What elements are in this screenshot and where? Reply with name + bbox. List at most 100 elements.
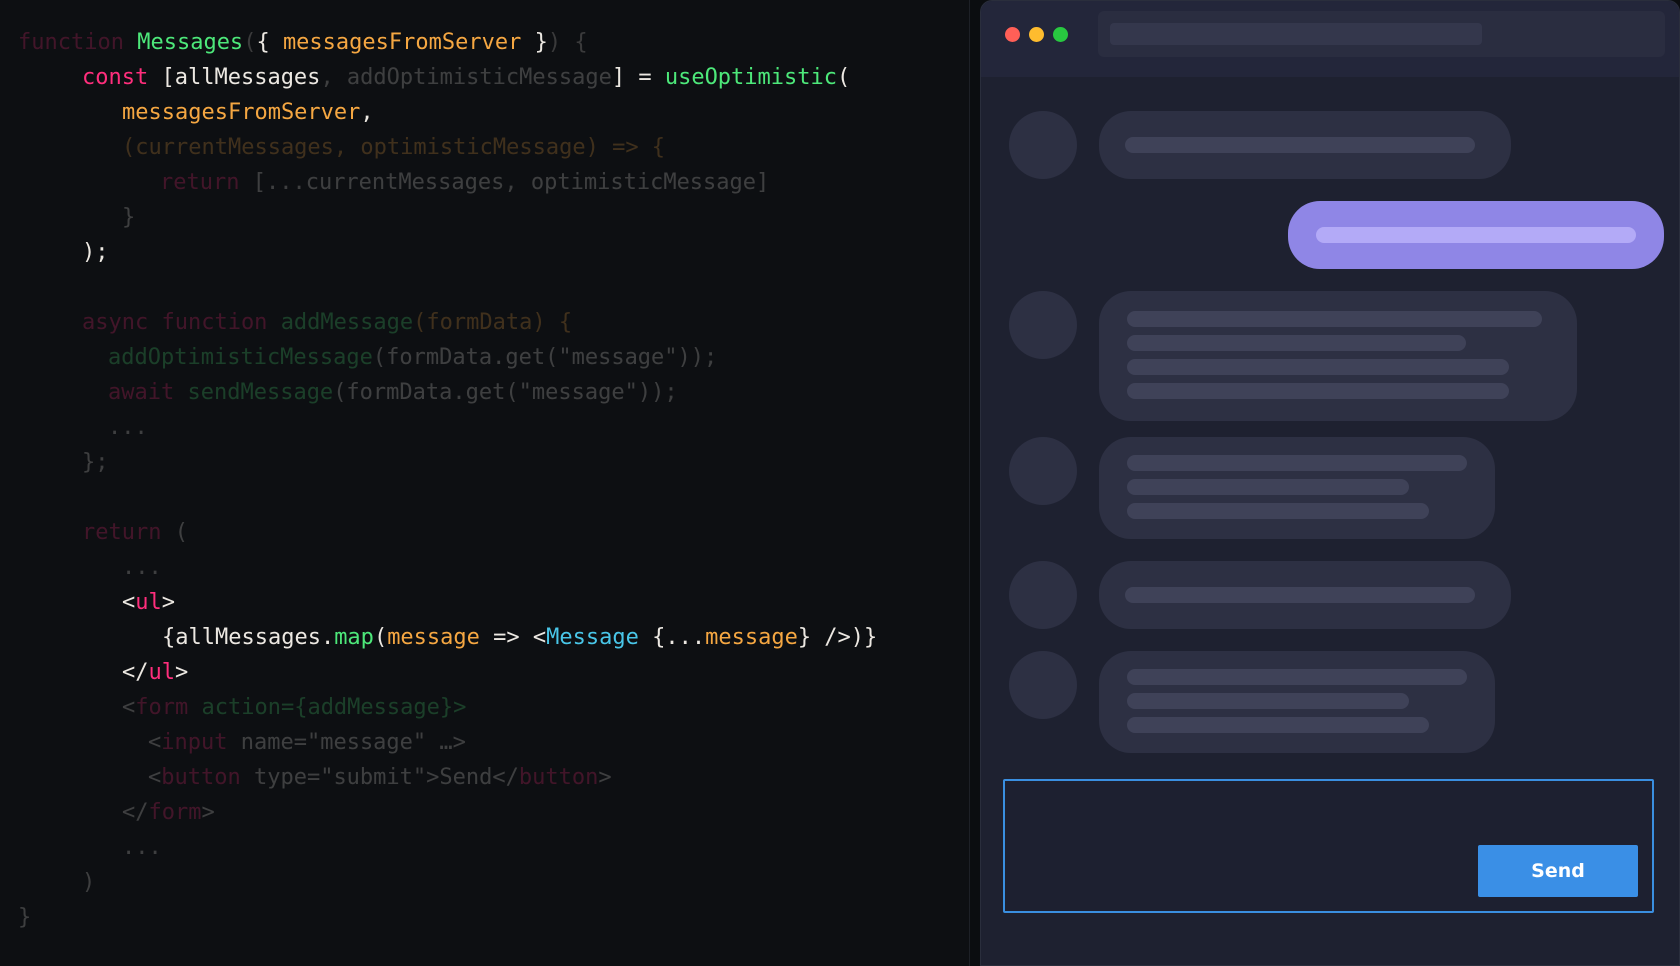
code-line: ... bbox=[122, 830, 162, 865]
code-line: const [allMessages, addOptimisticMessage… bbox=[82, 60, 850, 95]
avatar bbox=[1009, 291, 1077, 359]
code-token: } bbox=[18, 905, 32, 930]
message-text-skeleton bbox=[1125, 137, 1475, 153]
send-button[interactable]: Send bbox=[1478, 845, 1638, 897]
code-token: await bbox=[108, 380, 188, 405]
code-token: async function bbox=[82, 310, 281, 335]
code-token: sendMessage bbox=[187, 380, 334, 405]
code-line: {allMessages.map(message => <Message {..… bbox=[162, 620, 877, 655]
message-text-skeleton bbox=[1127, 503, 1429, 519]
code-token: button bbox=[518, 765, 599, 790]
code-line: <form action={addMessage}> bbox=[122, 690, 466, 725]
code-line: ... bbox=[108, 410, 148, 445]
code-token: messagesFromServer bbox=[282, 30, 522, 55]
code-token: ( bbox=[837, 65, 851, 90]
code-token: function bbox=[18, 30, 138, 55]
code-token: > bbox=[161, 590, 175, 615]
code-line: await sendMessage(formData.get("message"… bbox=[108, 375, 678, 410]
code-line: } bbox=[122, 200, 135, 235]
code-token: ... bbox=[122, 555, 162, 580]
code-token: </ bbox=[122, 800, 149, 825]
code-token: < bbox=[122, 695, 136, 720]
chat-app-window: Send bbox=[980, 0, 1680, 966]
incoming-message-bubble bbox=[1099, 291, 1577, 421]
code-token: {... bbox=[638, 625, 706, 650]
message-text-skeleton bbox=[1127, 479, 1409, 495]
code-line: ); bbox=[82, 235, 109, 270]
code-token: map bbox=[334, 625, 374, 650]
code-line: <ul> bbox=[122, 585, 175, 620]
code-line: ) bbox=[82, 865, 95, 900]
code-token: , addOptimisticMessage bbox=[320, 65, 612, 90]
message-text-skeleton bbox=[1127, 717, 1429, 733]
code-token: return bbox=[82, 520, 175, 545]
code-token: ) bbox=[82, 870, 96, 895]
avatar bbox=[1009, 437, 1077, 505]
message-text-skeleton bbox=[1316, 227, 1636, 243]
code-token: input bbox=[161, 730, 241, 755]
code-line: return ( bbox=[82, 515, 188, 550]
message-text-skeleton bbox=[1127, 359, 1509, 375]
code-line: return [...currentMessages, optimisticMe… bbox=[160, 165, 769, 200]
zoom-window-button[interactable] bbox=[1053, 27, 1068, 42]
code-token: > bbox=[175, 660, 189, 685]
code-token: (currentMessages, optimisticMessage) => … bbox=[122, 135, 666, 160]
code-token: return bbox=[160, 170, 253, 195]
code-token: form bbox=[135, 695, 202, 720]
code-token: messagesFromServer bbox=[122, 100, 361, 125]
code-token: addOptimisticMessage bbox=[108, 345, 373, 370]
code-line: }; bbox=[82, 445, 109, 480]
code-line: function Messages({ messagesFromServer }… bbox=[18, 25, 588, 60]
code-token: [allMessages bbox=[161, 65, 321, 90]
code-line: } bbox=[18, 900, 31, 935]
code-line: <button type="submit">Send</button> bbox=[148, 760, 612, 795]
message-text-skeleton bbox=[1127, 383, 1509, 399]
avatar bbox=[1009, 111, 1077, 179]
code-token: ] = bbox=[611, 65, 665, 90]
code-token: {allMessages. bbox=[162, 625, 335, 650]
avatar bbox=[1009, 561, 1077, 629]
code-line: ... bbox=[122, 550, 162, 585]
code-line: <input name="message" …> bbox=[148, 725, 466, 760]
code-line: </ul> bbox=[122, 655, 188, 690]
code-editor-panel: function Messages({ messagesFromServer }… bbox=[0, 0, 970, 966]
avatar bbox=[1009, 651, 1077, 719]
code-token: < bbox=[148, 730, 162, 755]
address-bar-skeleton bbox=[1110, 23, 1482, 45]
incoming-message-bubble bbox=[1099, 111, 1511, 179]
address-bar-placeholder[interactable] bbox=[1098, 11, 1665, 57]
minimize-window-button[interactable] bbox=[1029, 27, 1044, 42]
code-token: Messages bbox=[137, 30, 244, 55]
code-token: ... bbox=[108, 415, 148, 440]
code-token: < bbox=[148, 765, 162, 790]
code-token: useOptimistic bbox=[664, 65, 838, 90]
code-token: (formData) { bbox=[413, 310, 573, 335]
code-token: </ bbox=[122, 660, 149, 685]
code-token: ( bbox=[243, 30, 257, 55]
code-token: addMessage bbox=[280, 310, 414, 335]
code-token: const bbox=[82, 65, 162, 90]
close-window-button[interactable] bbox=[1005, 27, 1020, 42]
code-line: addOptimisticMessage(formData.get("messa… bbox=[108, 340, 717, 375]
code-token: name="message" …> bbox=[240, 730, 466, 755]
code-line: async function addMessage(formData) { bbox=[82, 305, 572, 340]
code-token: < bbox=[122, 590, 136, 615]
code-token: } />)} bbox=[797, 625, 878, 650]
code-token: }; bbox=[82, 450, 109, 475]
code-token: [...currentMessages, optimisticMessage] bbox=[252, 170, 770, 195]
code-token: ... bbox=[122, 835, 162, 860]
code-token: ) { bbox=[547, 30, 588, 55]
window-titlebar bbox=[981, 1, 1679, 77]
code-line: </form> bbox=[122, 795, 215, 830]
code-token: (formData.get("message")); bbox=[333, 380, 678, 405]
code-line: messagesFromServer, bbox=[122, 95, 374, 130]
message-text-skeleton bbox=[1127, 311, 1542, 327]
code-token: form bbox=[148, 800, 202, 825]
code-token: ul bbox=[135, 590, 162, 615]
message-text-skeleton bbox=[1125, 587, 1475, 603]
code-token: > bbox=[598, 765, 612, 790]
message-text-skeleton bbox=[1127, 693, 1409, 709]
message-input[interactable]: Send bbox=[1003, 779, 1654, 913]
code-token: , bbox=[360, 100, 374, 125]
incoming-message-bubble bbox=[1099, 651, 1495, 753]
